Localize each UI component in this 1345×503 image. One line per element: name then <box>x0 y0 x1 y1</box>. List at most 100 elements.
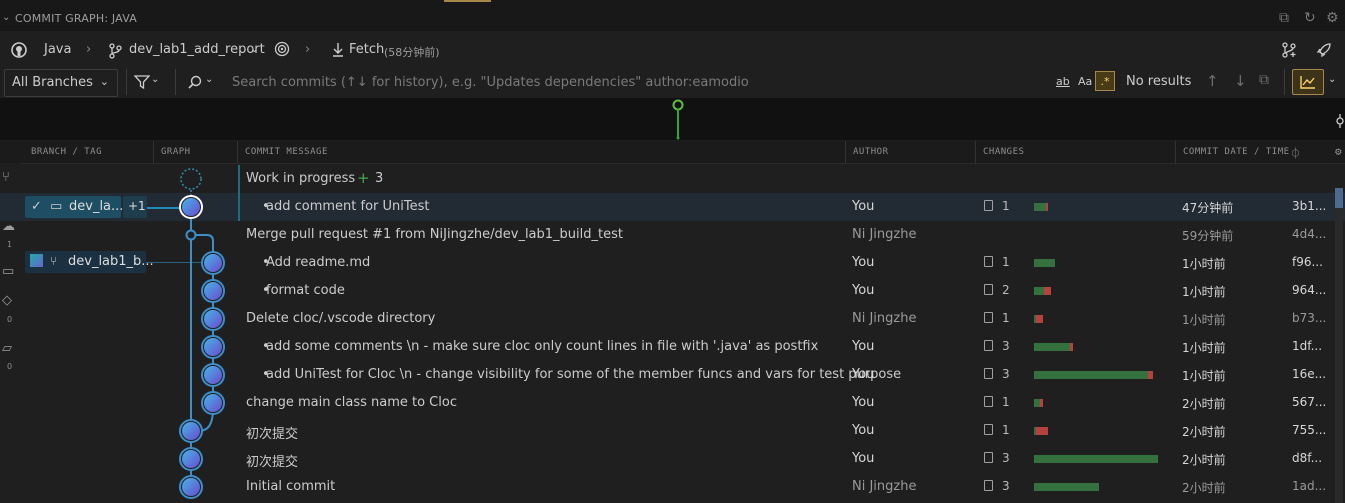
column-resizer[interactable] <box>1175 141 1176 163</box>
chevron-down-icon[interactable]: ⌄ <box>2 12 10 23</box>
changed-files-count: 2 <box>1002 283 1010 297</box>
panel-header[interactable]: ⌄ COMMIT GRAPH: JAVA ⧉ ↻ ⚙ <box>0 8 1345 31</box>
commit-message: 初次提交 <box>246 455 299 470</box>
commit-sha: 1ad... <box>1292 479 1327 493</box>
open-in-view-icon[interactable]: ⧉ <box>1259 72 1269 88</box>
wip-label: Work in progress <box>246 171 356 186</box>
minimap-toggle-button[interactable] <box>1292 69 1324 95</box>
commit-sha: 755... <box>1292 423 1327 437</box>
scrollbar[interactable] <box>1335 188 1343 503</box>
breadcrumb-separator: › <box>86 42 92 57</box>
chevron-down-icon: ⌄ <box>99 75 109 88</box>
deletions-bar <box>1044 287 1051 295</box>
changed-files-count: 3 <box>1002 451 1010 465</box>
avatar <box>204 338 222 356</box>
fetch-button[interactable]: Fetch <box>349 42 384 57</box>
github-icon <box>11 42 27 58</box>
filter-icon[interactable] <box>134 75 150 89</box>
commit-author: You <box>852 451 875 466</box>
match-case-toggle[interactable]: Aa <box>1078 75 1092 88</box>
commit-minimap[interactable] <box>0 98 1345 140</box>
commit-sha: 4d4... <box>1292 227 1327 241</box>
avatar <box>204 394 222 412</box>
file-icon <box>984 256 993 267</box>
match-whole-word-toggle[interactable]: ab <box>1056 75 1070 88</box>
avatar <box>204 310 222 328</box>
regex-toggle[interactable]: .* <box>1095 71 1115 91</box>
gear-icon[interactable]: ⚙ <box>1326 10 1339 26</box>
scrollbar-thumb[interactable] <box>1335 188 1343 208</box>
column-header-message[interactable]: COMMIT MESSAGE <box>245 147 328 157</box>
arrow-up-icon[interactable]: ↑ <box>1206 72 1219 90</box>
commit-author: You <box>852 283 875 298</box>
changes-bar <box>1034 203 1048 211</box>
commit-date: 1小时前 <box>1182 341 1226 355</box>
more-refs-count: +1 <box>128 199 146 213</box>
commit-author: You <box>852 367 875 382</box>
repo-name[interactable]: Java <box>44 42 71 57</box>
column-header-date[interactable]: COMMIT DATE / TIME <box>1183 147 1290 157</box>
changes-bar <box>1034 483 1099 491</box>
panel-title: COMMIT GRAPH: JAVA <box>15 12 137 25</box>
changed-files-count: 3 <box>1002 339 1010 353</box>
refresh-icon[interactable]: ↻ <box>1304 10 1316 26</box>
commit-date: 1小时前 <box>1182 369 1226 383</box>
commit-graph[interactable] <box>170 165 238 503</box>
additions-bar <box>1034 371 1148 379</box>
current-branch-tag[interactable]: ✓ ▭ dev_la... <box>25 196 123 218</box>
file-icon <box>984 200 993 211</box>
changes-bar <box>1034 399 1043 407</box>
target-icon[interactable] <box>274 41 290 57</box>
chevron-down-icon[interactable]: ⌄ <box>250 44 258 55</box>
column-header-graph[interactable]: GRAPH <box>161 147 191 157</box>
column-header-author[interactable]: AUTHOR <box>853 147 889 157</box>
fetch-icon[interactable] <box>331 42 345 58</box>
branch-tag[interactable]: ⑂ dev_lab1_b... <box>25 251 154 273</box>
file-icon <box>984 340 993 351</box>
rocket-icon[interactable] <box>1316 42 1332 58</box>
active-tab-indicator <box>444 0 491 2</box>
selected-marker <box>238 193 240 221</box>
commit-node-icon[interactable] <box>1334 114 1345 128</box>
search-results-count: No results <box>1126 74 1192 89</box>
additions-bar <box>1034 343 1070 351</box>
column-resizer[interactable] <box>153 141 154 163</box>
branch-filter-label: All Branches <box>12 75 93 90</box>
branch-name[interactable]: dev_lab1_add_report <box>129 42 265 57</box>
column-header-branch[interactable]: BRANCH / TAG <box>31 147 102 157</box>
changed-files-count: 1 <box>1002 423 1010 437</box>
more-refs-badge[interactable]: +1 <box>123 196 147 218</box>
commit-message: Merge pull request #1 from NiJingzhe/dev… <box>246 227 623 242</box>
divider <box>1284 69 1285 95</box>
column-header-changes[interactable]: CHANGES <box>983 147 1024 157</box>
filter-toolbar: All Branches ⌄ ⌄ ⌄ ab Aa .* No results ↑… <box>0 68 1345 98</box>
branch-icon: ⑂ <box>50 254 58 268</box>
chevron-down-icon[interactable]: ⌄ <box>1328 74 1336 85</box>
file-icon <box>984 424 993 435</box>
commit-sha: 3b1... <box>1292 199 1327 213</box>
chevron-down-icon[interactable]: ⌄ <box>205 74 213 85</box>
search-icon[interactable] <box>188 75 202 89</box>
commit-sha-icon[interactable]: ⏀ <box>1290 145 1302 161</box>
commit-date: 2小时前 <box>1182 425 1226 439</box>
plus-icon: + <box>357 169 370 187</box>
column-resizer[interactable] <box>845 141 846 163</box>
branch-tag-name: dev_lab1_b... <box>68 254 154 269</box>
branch-add-icon[interactable] <box>1281 42 1297 58</box>
file-icon <box>984 312 993 323</box>
branch-filter-dropdown[interactable]: All Branches ⌄ <box>4 69 118 97</box>
fetch-time: (58分钟前) <box>384 46 440 59</box>
changed-files-count: 1 <box>1002 311 1010 325</box>
search-input[interactable] <box>224 69 1044 95</box>
column-resizer[interactable] <box>237 141 238 163</box>
arrow-down-icon[interactable]: ↓ <box>1234 72 1247 90</box>
avatar <box>182 478 200 496</box>
open-in-editor-icon[interactable]: ⧉ <box>1279 10 1289 26</box>
breadcrumb-separator: › <box>305 42 311 57</box>
gear-icon[interactable]: ⚙ <box>1335 145 1342 158</box>
column-resizer[interactable] <box>975 141 976 163</box>
chevron-down-icon[interactable]: ⌄ <box>151 74 159 85</box>
commit-list[interactable]: Work in progress + 3 add comment for Uni… <box>0 165 1345 503</box>
changes-bar <box>1034 427 1048 435</box>
branch-icon <box>109 43 122 59</box>
